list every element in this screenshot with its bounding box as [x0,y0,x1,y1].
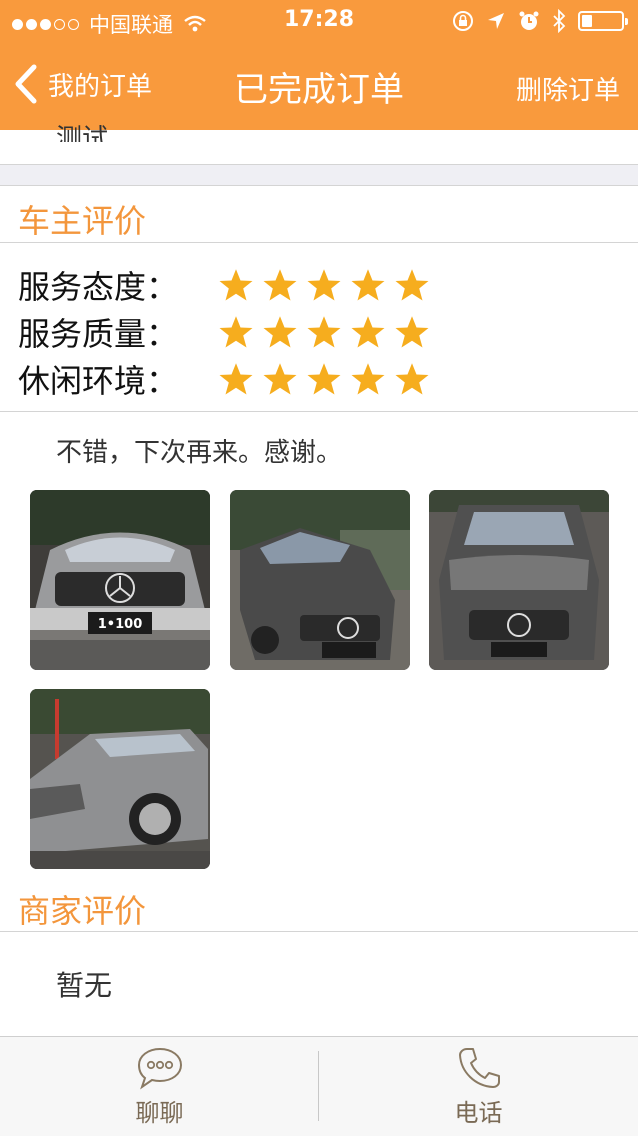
rating-row-leisure-environment: 休闲环境： [18,356,430,402]
rating-label: 服务质量： [18,315,179,353]
chat-bubble-icon [137,1047,182,1090]
rotation-lock-icon [453,11,473,31]
star-rating [218,361,430,397]
star-icon [219,316,253,348]
divider [0,411,638,412]
star-rating [218,267,430,303]
star-icon [351,363,385,395]
star-icon [219,269,253,301]
license-plate: 1•100 [98,617,143,632]
phone-button-label: 电话 [454,1099,503,1127]
top-bar: 中国联通 17:28 我的订单 已完成订单 删除订单 [0,0,638,130]
star-icon [351,269,385,301]
star-icon [263,363,297,395]
review-photo-2[interactable] [230,490,410,670]
star-icon [307,316,341,348]
star-icon [395,269,429,301]
star-icon [263,316,297,348]
merchant-review-title: 商家评价 [18,892,147,930]
star-icon [307,363,341,395]
phone-icon [458,1048,500,1088]
star-icon [263,269,297,301]
owner-review-title: 车主评价 [18,202,147,240]
star-icon [395,363,429,395]
chat-button[interactable]: 聊聊 [0,1037,319,1136]
alarm-icon [519,11,539,30]
location-arrow-icon [488,13,504,29]
battery-icon [578,11,628,31]
star-rating [218,314,430,350]
navigation-bar: 我的订单 已完成订单 删除订单 [0,40,638,130]
bluetooth-icon [553,9,566,33]
review-photo-3[interactable] [429,490,609,670]
star-icon [395,316,429,348]
star-icon [219,363,253,395]
star-icon [351,316,385,348]
phone-button[interactable]: 电话 [319,1037,638,1136]
bottom-action-bar: 聊聊 电话 [0,1036,638,1136]
divider [0,931,638,932]
rating-row-service-attitude: 服务态度： [18,262,430,308]
delete-order-button[interactable]: 删除订单 [516,70,620,107]
star-icon [307,269,341,301]
status-bar: 中国联通 17:28 [0,0,638,40]
merchant-review-content: 暂无 [56,969,113,1002]
review-photo-1[interactable]: 1•100 [30,490,210,670]
divider [0,242,638,243]
chat-button-label: 聊聊 [135,1099,184,1127]
rating-label: 休闲环境： [18,362,179,400]
review-photo-4[interactable] [30,689,210,869]
previous-section-text: 测试 [56,124,109,142]
review-comment: 不错，下次再来。感谢。 [56,438,343,468]
rating-label: 服务态度： [18,268,179,306]
divider [0,185,638,186]
section-gap [0,165,638,185]
rating-row-service-quality: 服务质量： [18,309,430,355]
